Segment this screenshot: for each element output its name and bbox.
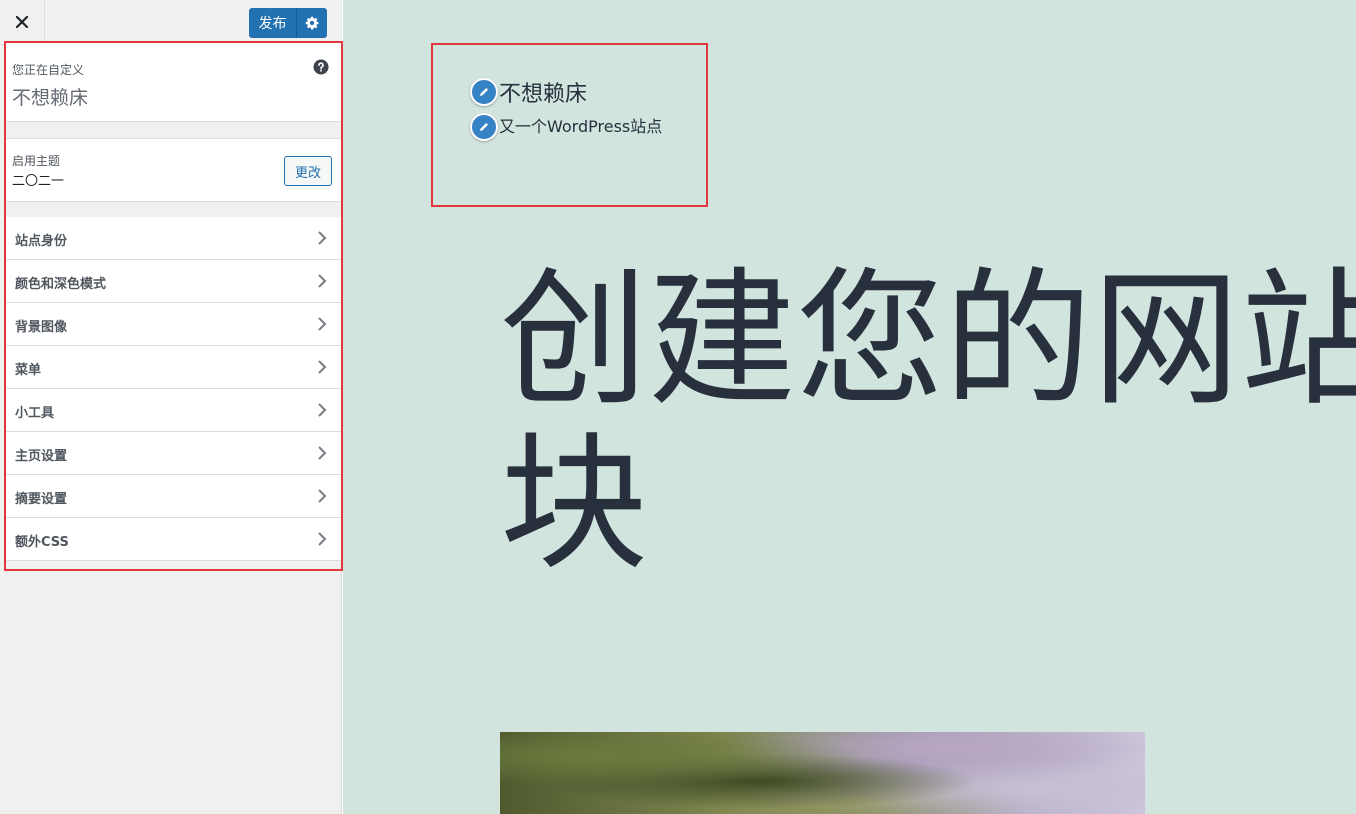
- chevron-right-icon: [318, 403, 327, 417]
- menu-item-menus[interactable]: 菜单: [6, 346, 341, 389]
- hero-heading: 创建您的网站块: [500, 254, 1356, 590]
- preview-tagline: 又一个WordPress站点: [499, 117, 663, 136]
- edit-site-title-button[interactable]: [470, 78, 498, 106]
- pencil-icon: [480, 123, 488, 131]
- customizing-site-title: 不想赖床: [12, 87, 89, 109]
- menu-item-label: 站点身份: [15, 234, 68, 249]
- close-icon: [16, 16, 28, 28]
- chevron-right-icon: [318, 231, 327, 245]
- hero-image: [500, 732, 1145, 814]
- menu-item-colors-dark-mode[interactable]: 颜色和深色模式: [6, 260, 341, 303]
- menu-item-background-image[interactable]: 背景图像: [6, 303, 341, 346]
- pencil-icon: [480, 88, 488, 96]
- customizing-label: 您正在自定义: [12, 63, 85, 77]
- edit-tagline-button[interactable]: [470, 113, 498, 141]
- menu-item-label: 额外CSS: [15, 535, 69, 550]
- publish-group: 发布: [249, 8, 327, 38]
- chevron-right-icon: [318, 317, 327, 331]
- close-button[interactable]: [0, 0, 45, 44]
- active-theme-label: 启用主题: [12, 154, 61, 168]
- chevron-right-icon: [318, 274, 327, 288]
- menu-item-label: 摘要设置: [15, 492, 68, 507]
- menu-item-widgets[interactable]: 小工具: [6, 389, 341, 432]
- customizer-menu: 站点身份 颜色和深色模式 背景图像 菜单 小工具 主页设置 摘要设置 额外CSS: [6, 217, 341, 561]
- active-theme-name: 二〇二一: [12, 174, 65, 189]
- chevron-right-icon: [318, 446, 327, 460]
- menu-item-label: 背景图像: [15, 320, 68, 335]
- change-theme-button[interactable]: 更改: [284, 156, 332, 186]
- active-theme-section: 启用主题 二〇二一 更改: [6, 138, 341, 202]
- customizer-header: 发布: [0, 0, 342, 45]
- publish-button[interactable]: 发布: [249, 8, 296, 38]
- gear-icon: [305, 16, 319, 30]
- menu-item-homepage-settings[interactable]: 主页设置: [6, 432, 341, 475]
- customizer-panel: 您正在自定义 不想赖床 启用主题 二〇二一 更改 站点身份 颜色和深色模式 背景…: [4, 41, 343, 571]
- menu-item-excerpt-settings[interactable]: 摘要设置: [6, 475, 341, 518]
- chevron-right-icon: [318, 532, 327, 546]
- menu-item-additional-css[interactable]: 额外CSS: [6, 518, 341, 561]
- menu-item-label: 主页设置: [15, 449, 68, 464]
- site-preview: 不想赖床 又一个WordPress站点 创建您的网站块: [343, 0, 1356, 814]
- menu-item-site-identity[interactable]: 站点身份: [6, 217, 341, 260]
- help-icon[interactable]: [313, 59, 329, 75]
- menu-item-label: 颜色和深色模式: [15, 277, 107, 292]
- publish-settings-button[interactable]: [296, 8, 327, 38]
- customizer-sidebar: 发布 您正在自定义 不想赖床 启用主题 二〇二一 更改 站点身份 颜色和深色模式…: [0, 0, 343, 814]
- menu-item-label: 小工具: [15, 406, 55, 421]
- chevron-right-icon: [318, 489, 327, 503]
- menu-item-label: 菜单: [15, 363, 42, 378]
- preview-site-title[interactable]: 不想赖床: [499, 76, 587, 108]
- customizing-info: 您正在自定义 不想赖床: [6, 43, 341, 122]
- chevron-right-icon: [318, 360, 327, 374]
